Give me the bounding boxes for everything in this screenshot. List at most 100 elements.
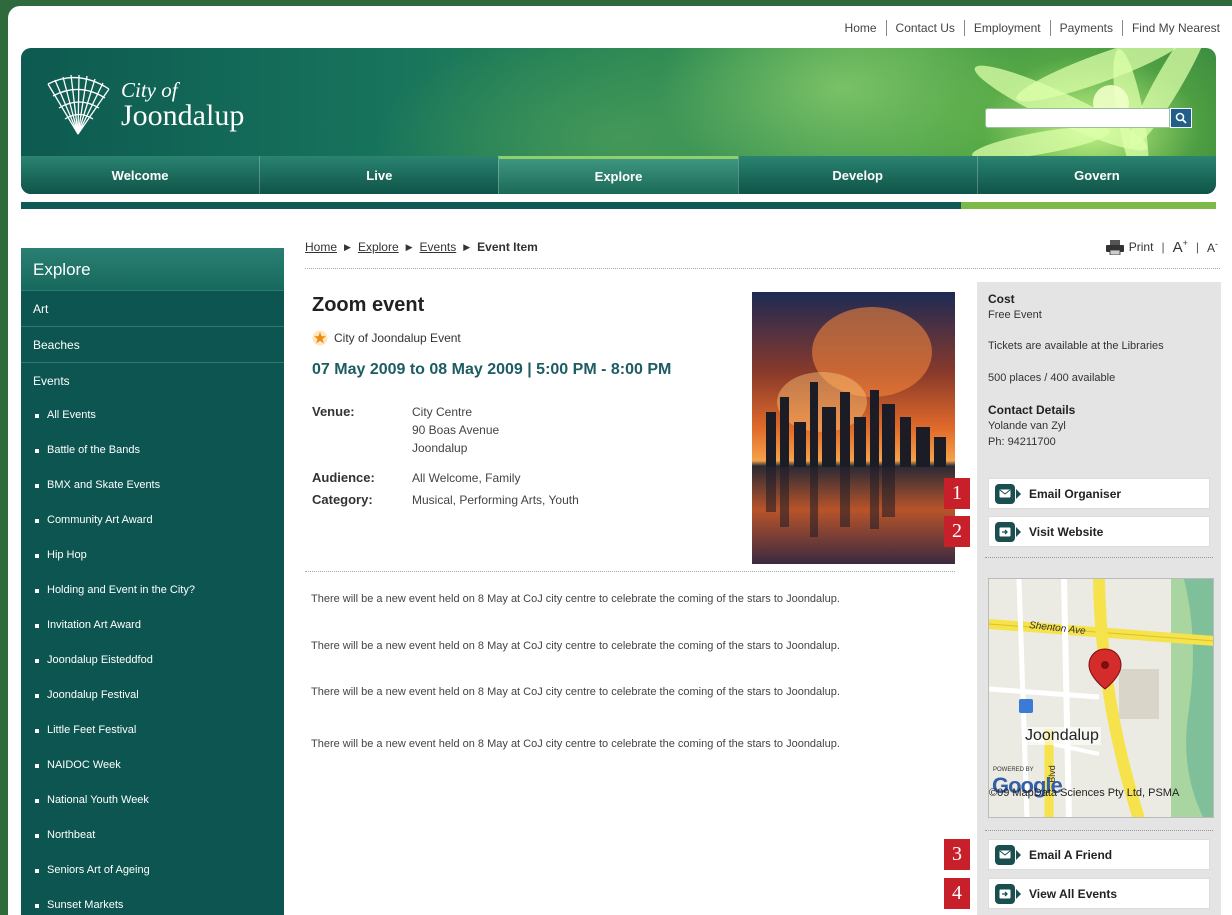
toplink-home[interactable]: Home [845,21,877,35]
city-logo[interactable]: City of Joondalup [43,74,244,136]
sidebar-subitem[interactable]: Hip Hop [21,538,284,573]
sidebar-item-events[interactable]: Events [21,362,284,398]
event-date: 07 May 2009 to 08 May 2009 | 5:00 PM - 8… [312,361,672,378]
underline-dark [21,202,961,209]
bullet-icon [35,659,39,663]
sidebar-subitem[interactable]: Holding and Event in the City? [21,573,284,608]
breadcrumb-arrow-icon: ▶ [405,241,413,252]
sidebar-subitem-label: Community Art Award [47,514,153,526]
divider [985,557,1213,558]
sidebar-subitem[interactable]: BMX and Skate Events [21,468,284,503]
event-tag: City of Joondalup Event [312,330,461,346]
divider [885,20,887,36]
email-organiser-button[interactable]: Email Organiser [988,478,1210,509]
main-nav: Welcome Live Explore Develop Govern [21,156,1216,194]
toplink-find-my-nearest[interactable]: Find My Nearest [1132,21,1220,35]
sidebar-subitem-label: BMX and Skate Events [47,479,161,491]
event-title: Zoom event [312,294,425,316]
text-increase-button[interactable]: A+ [1173,238,1188,256]
text-decrease-label: A [1206,241,1215,255]
sidebar-subitem-label: Little Feet Festival [47,724,137,736]
logo-text: City of Joondalup [121,79,244,131]
location-map[interactable]: Shenton Ave Blvd Joondalup POWERED BY Go… [988,578,1214,818]
bullet-icon [35,834,39,838]
text-decrease-sup: - [1215,239,1218,249]
email-a-friend-button[interactable]: Email A Friend [988,839,1210,870]
email-organiser-label: Email Organiser [1029,486,1122,501]
nav-tab-explore[interactable]: Explore [498,156,738,194]
sidebar-subitem[interactable]: Northbeat [21,818,284,853]
sidebar-subitem-label: Sunset Markets [47,899,124,911]
bullet-icon [35,904,39,908]
sidebar-subitem[interactable]: Sunset Markets [21,888,284,915]
breadcrumb-explore[interactable]: Explore [358,240,399,254]
tickets-info: Tickets are available at the Libraries [988,340,1164,352]
event-description-paragraph: There will be a new event held on 8 May … [311,686,840,698]
sidebar-subitem-label: Joondalup Festival [47,689,139,701]
divider [1121,20,1123,36]
sidebar-item-art[interactable]: Art [21,290,284,326]
map-copyright: ©09 MapData Sciences Pty Ltd, PSMA [989,787,1180,799]
bullet-icon [35,484,39,488]
sidebar-subitem[interactable]: Battle of the Bands [21,433,284,468]
divider [305,268,1220,269]
bullet-icon [35,414,39,418]
sidebar-item-beaches[interactable]: Beaches [21,326,284,362]
chevron-right-icon [1016,526,1021,537]
venue-value: City Centre 90 Boas Avenue Joondalup [412,403,499,457]
toplink-contact-us[interactable]: Contact Us [896,21,955,35]
sidebar-subitem[interactable]: Joondalup Eisteddfod [21,643,284,678]
chevron-right-icon [1016,488,1021,499]
sidebar-subitem[interactable]: Joondalup Festival [21,678,284,713]
sidebar-subitem[interactable]: All Events [21,398,284,433]
sidebar-subitem[interactable]: Community Art Award [21,503,284,538]
annotation-badge: 2 [944,516,970,547]
breadcrumb-arrow-icon: ▶ [463,241,471,252]
arrow-right-icon [995,521,1015,542]
print-link[interactable]: Print [1129,240,1154,254]
nav-tab-live[interactable]: Live [259,156,498,194]
breadcrumb-events[interactable]: Events [420,240,457,254]
search-input[interactable] [985,108,1170,128]
annotation-badge: 4 [944,878,970,909]
divider: | [1195,240,1199,254]
toplink-payments[interactable]: Payments [1060,21,1113,35]
venue-line: 90 Boas Avenue [412,423,500,437]
nav-tab-welcome[interactable]: Welcome [21,156,259,194]
places-info: 500 places / 400 available [988,372,1116,384]
nav-tab-govern[interactable]: Govern [976,156,1216,194]
bullet-icon [35,449,39,453]
sidebar-title: Explore [21,248,284,290]
sidebar-subitem-label: Battle of the Bands [47,444,140,456]
sidebar-subitem[interactable]: Seniors Art of Ageing [21,853,284,888]
chevron-right-icon [1016,849,1021,860]
sidebar-subitem[interactable]: Invitation Art Award [21,608,284,643]
breadcrumb: Home ▶ Explore ▶ Events ▶ Event Item [305,240,538,254]
nav-tab-develop[interactable]: Develop [737,156,977,194]
sidebar-subitem-label: Holding and Event in the City? [47,584,195,596]
star-icon [312,330,328,346]
view-all-events-button[interactable]: View All Events [988,878,1210,909]
toplink-employment[interactable]: Employment [974,21,1041,35]
search-button[interactable] [1170,108,1192,128]
search-icon [1175,112,1187,124]
text-decrease-button[interactable]: A- [1207,239,1218,255]
sidebar-sub-list: All Events Battle of the Bands BMX and Ska… [21,398,284,915]
page-tools: Print | A+ | A- [1105,238,1218,256]
underline-green [961,202,1216,209]
sidebar-subitem[interactable]: NAIDOC Week [21,748,284,783]
city-skyline-image [752,292,955,564]
sidebar-subitem[interactable]: Little Feet Festival [21,713,284,748]
visit-website-button[interactable]: Visit Website [988,516,1210,547]
view-all-events-label: View All Events [1029,886,1118,901]
breadcrumb-home[interactable]: Home [305,240,337,254]
sidebar-subitem-label: Northbeat [47,829,96,841]
bullet-icon [35,554,39,558]
flower-decoration [972,48,1213,158]
sidebar-subitem[interactable]: National Youth Week [21,783,284,818]
visit-website-label: Visit Website [1029,524,1104,539]
contact-label: Contact Details [988,403,1076,417]
breadcrumb-current: Event Item [477,240,538,254]
bullet-icon [35,764,39,768]
sidebar-subitem-label: Hip Hop [47,549,87,561]
